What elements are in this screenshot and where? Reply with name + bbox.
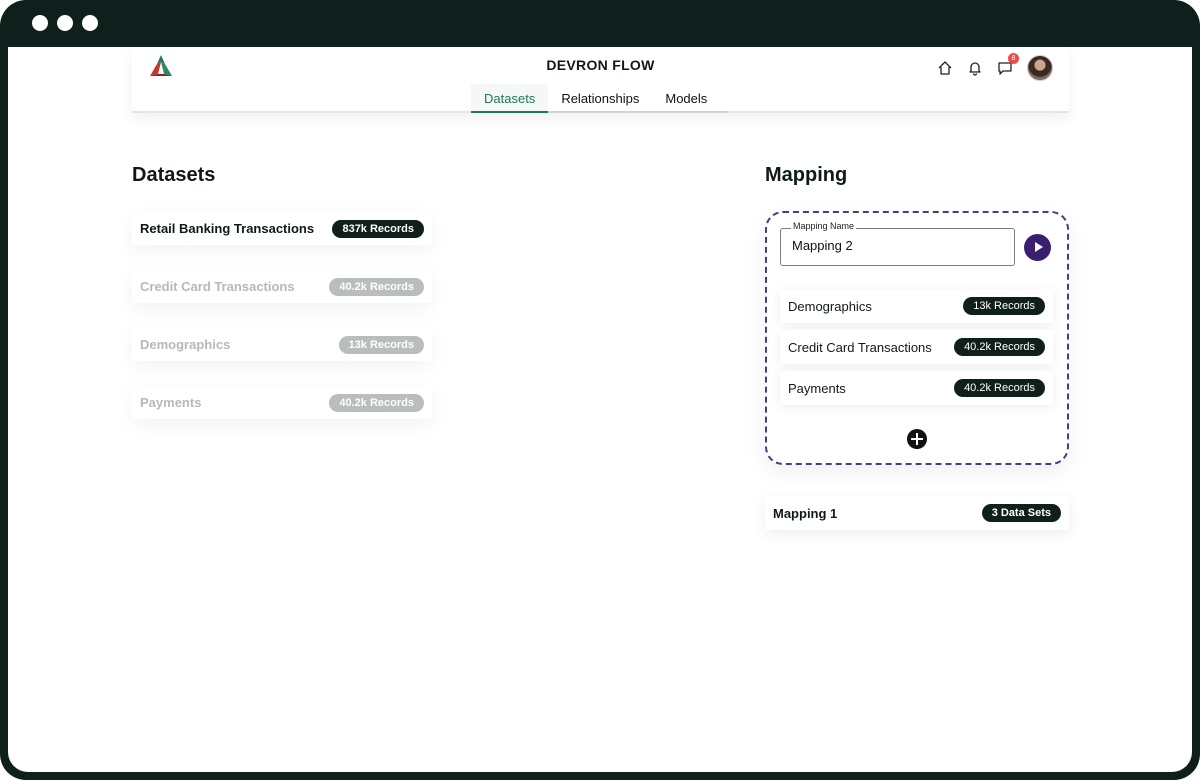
mapping-item-demographics[interactable]: Demographics 13k Records [780, 289, 1053, 323]
mapping-item-name: Payments [788, 380, 846, 396]
dataset-item-retail-banking[interactable]: Retail Banking Transactions 837k Records [132, 212, 432, 245]
saved-mapping-name: Mapping 1 [773, 505, 838, 521]
records-badge: 40.2k Records [954, 379, 1045, 397]
mapping-name-label: Mapping Name [791, 221, 857, 231]
mapping-item-credit-card[interactable]: Credit Card Transactions 40.2k Records [780, 330, 1053, 364]
saved-mapping-item[interactable]: Mapping 1 3 Data Sets [765, 496, 1069, 530]
records-badge: 40.2k Records [329, 393, 424, 412]
run-mapping-button[interactable] [1024, 234, 1051, 261]
dataset-name: Retail Banking Transactions [140, 221, 315, 236]
dataset-item-payments[interactable]: Payments 40.2k Records [132, 386, 432, 419]
chat-badge: 8 [1008, 53, 1019, 64]
dataset-name: Payments [140, 395, 202, 410]
header-icons: 8 [937, 53, 1053, 81]
chat-icon[interactable]: 8 [997, 53, 1019, 76]
mapping-name-field: Mapping Name [780, 221, 1015, 266]
bell-icon[interactable] [967, 60, 983, 76]
dataset-item-demographics[interactable]: Demographics 13k Records [132, 328, 432, 361]
records-badge: 13k Records [963, 297, 1045, 315]
tab-models[interactable]: Models [652, 84, 720, 113]
dataset-item-credit-card[interactable]: Credit Card Transactions 40.2k Records [132, 270, 432, 303]
records-badge: 13k Records [338, 335, 424, 354]
mapping-item-name: Demographics [788, 298, 872, 314]
home-icon[interactable] [937, 60, 953, 76]
records-badge: 40.2k Records [954, 338, 1045, 356]
app-title: DEVRON FLOW [546, 57, 655, 73]
dataset-name: Credit Card Transactions [140, 279, 295, 294]
dataset-name: Demographics [140, 337, 231, 352]
window-controls [32, 15, 98, 31]
tab-datasets[interactable]: Datasets [471, 84, 549, 113]
mapping-name-input[interactable] [792, 238, 1002, 253]
app-screen: DEVRON FLOW Datasets Relationships Model… [8, 47, 1192, 772]
browser-frame: DEVRON FLOW Datasets Relationships Model… [0, 0, 1200, 780]
mapping-item-payments[interactable]: Payments 40.2k Records [780, 371, 1053, 405]
window-dot-close[interactable] [32, 15, 48, 31]
nav-tabs: Datasets Relationships Models [471, 84, 720, 113]
mapping-item-name: Credit Card Transactions [788, 339, 932, 355]
app-header: DEVRON FLOW Datasets Relationships Model… [132, 47, 1069, 113]
records-badge: 837k Records [332, 219, 424, 238]
records-badge: 40.2k Records [329, 277, 424, 296]
add-dataset-plus-icon[interactable] [907, 429, 927, 449]
window-dot-maximize[interactable] [82, 15, 98, 31]
mapping-dropzone[interactable]: Mapping Name Demographics 13k Records Cr… [765, 211, 1069, 465]
datasets-heading: Datasets [132, 164, 216, 186]
window-dot-minimize[interactable] [57, 15, 73, 31]
user-avatar[interactable] [1027, 55, 1053, 81]
datasets-count-badge: 3 Data Sets [981, 504, 1061, 522]
tab-relationships[interactable]: Relationships [548, 84, 652, 113]
mapping-heading: Mapping [765, 164, 848, 186]
